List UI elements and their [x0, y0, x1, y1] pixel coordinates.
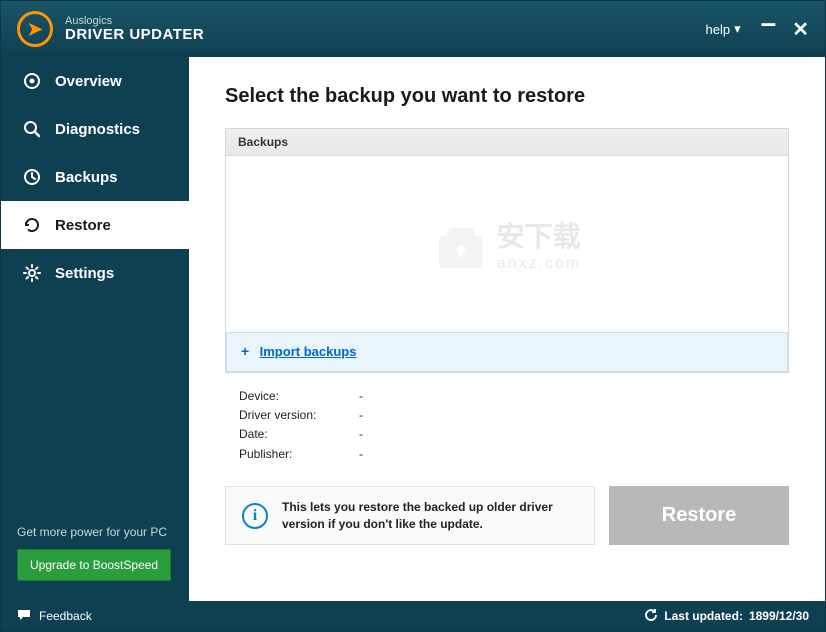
- sidebar-item-overview[interactable]: Overview: [1, 57, 189, 105]
- speech-bubble-icon: [17, 608, 31, 625]
- brand-text: Auslogics DRIVER UPDATER: [65, 15, 204, 44]
- brand-product: DRIVER UPDATER: [65, 27, 204, 44]
- titlebar: ➤ Auslogics DRIVER UPDATER help ▾ – ✕: [1, 1, 825, 57]
- magnify-icon: [23, 120, 41, 138]
- sidebar-item-label: Overview: [55, 73, 122, 90]
- info-icon: i: [242, 503, 268, 529]
- window-controls: – ✕: [761, 13, 809, 45]
- sidebar-item-label: Diagnostics: [55, 121, 140, 138]
- sidebar: Overview Diagnostics Backups Restore: [1, 57, 189, 601]
- close-button[interactable]: ✕: [792, 17, 809, 42]
- detail-publisher: Publisher: -: [239, 445, 789, 464]
- chevron-down-icon: ▾: [734, 21, 741, 37]
- backups-header: Backups: [226, 129, 788, 156]
- restore-button[interactable]: Restore: [609, 486, 789, 546]
- help-menu[interactable]: help ▾: [706, 21, 741, 37]
- last-updated: Last updated: 1899/12/30: [644, 608, 809, 625]
- sidebar-item-diagnostics[interactable]: Diagnostics: [1, 105, 189, 153]
- body: Overview Diagnostics Backups Restore: [1, 57, 825, 601]
- sidebar-item-label: Settings: [55, 265, 114, 282]
- detail-date: Date: -: [239, 425, 789, 444]
- gear-icon: [23, 264, 41, 282]
- import-row: + Import backups: [226, 332, 788, 372]
- sidebar-item-settings[interactable]: Settings: [1, 249, 189, 297]
- import-backups-link[interactable]: Import backups: [260, 344, 357, 359]
- bag-icon: [433, 216, 489, 272]
- page-title: Select the backup you want to restore: [225, 85, 789, 108]
- backups-list[interactable]: 安下载 anxz.com: [226, 156, 788, 332]
- plus-icon: +: [241, 343, 249, 359]
- backup-details: Device: - Driver version: - Date: - Publ…: [225, 387, 789, 464]
- watermark: 安下载 anxz.com: [433, 215, 581, 273]
- app-logo-icon: ➤: [17, 11, 53, 47]
- upgrade-button[interactable]: Upgrade to BoostSpeed: [17, 549, 171, 581]
- sidebar-item-label: Backups: [55, 169, 118, 186]
- action-row: i This lets you restore the backed up ol…: [225, 486, 789, 546]
- detail-device: Device: -: [239, 387, 789, 406]
- detail-driver-version: Driver version: -: [239, 406, 789, 425]
- sidebar-item-backups[interactable]: Backups: [1, 153, 189, 201]
- promo-section: Get more power for your PC Upgrade to Bo…: [1, 525, 189, 601]
- undo-icon: [23, 216, 41, 234]
- sidebar-item-restore[interactable]: Restore: [1, 201, 189, 249]
- sidebar-item-label: Restore: [55, 217, 111, 234]
- brand-company: Auslogics: [65, 15, 204, 27]
- refresh-icon: [644, 608, 658, 625]
- main-content: Select the backup you want to restore Ba…: [189, 57, 825, 601]
- info-text: This lets you restore the backed up olde…: [282, 499, 578, 533]
- promo-text: Get more power for your PC: [17, 525, 173, 539]
- backups-panel: Backups 安下载 anxz.com +: [225, 128, 789, 373]
- minimize-button[interactable]: –: [761, 7, 777, 39]
- clock-icon: [23, 168, 41, 186]
- info-box: i This lets you restore the backed up ol…: [225, 486, 595, 546]
- statusbar: Feedback Last updated: 1899/12/30: [1, 601, 825, 631]
- feedback-link[interactable]: Feedback: [17, 608, 92, 625]
- app-window: ➤ Auslogics DRIVER UPDATER help ▾ – ✕ Ov…: [0, 0, 826, 632]
- target-icon: [23, 72, 41, 90]
